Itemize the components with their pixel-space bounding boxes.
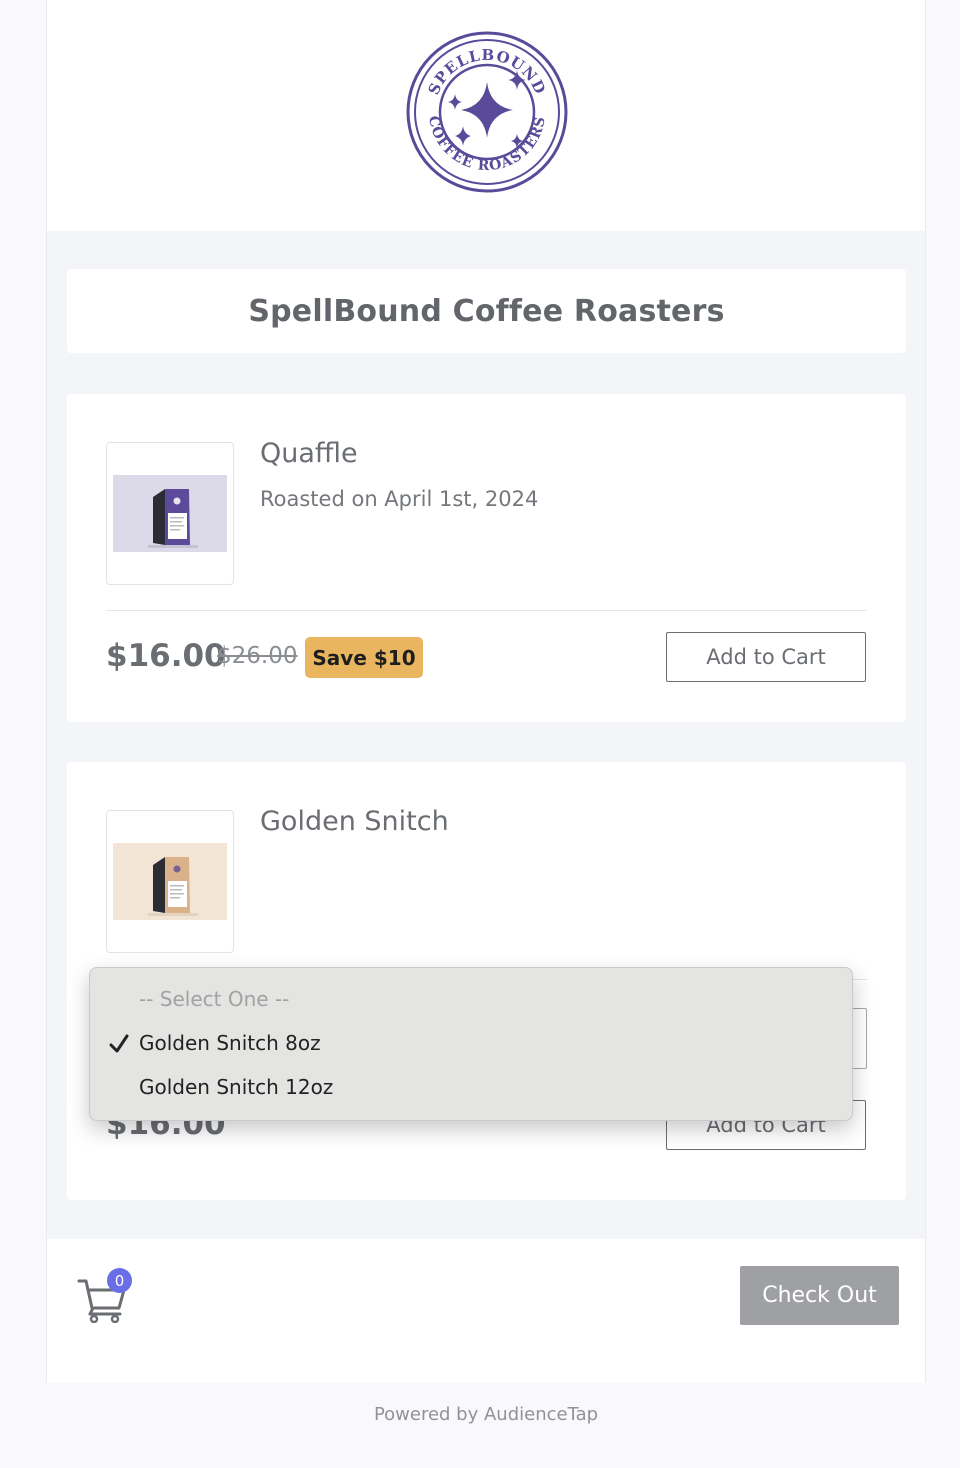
dropdown-option-placeholder[interactable]: -- Select One -- — [139, 987, 289, 1011]
variant-dropdown-menu: -- Select One -- Golden Snitch 8oz Golde… — [89, 967, 853, 1121]
cart-count-badge: 0 — [107, 1268, 132, 1293]
save-badge: Save $10 — [305, 637, 423, 678]
checkmark-icon — [109, 1034, 129, 1053]
dropdown-option-12oz[interactable]: Golden Snitch 12oz — [139, 1075, 333, 1099]
product-thumbnail[interactable] — [106, 442, 234, 585]
product-price: $16.00 — [106, 638, 226, 674]
product-name[interactable]: Golden Snitch — [260, 806, 449, 837]
checkout-button[interactable]: Check Out — [740, 1266, 899, 1325]
storefront: SPELLBOUND COFFEE ROASTERS SpellBound Co… — [46, 0, 926, 1383]
add-to-cart-button[interactable]: Add to Cart — [666, 632, 866, 682]
shop-title-card: SpellBound Coffee Roasters — [67, 269, 906, 353]
product-name[interactable]: Quaffle — [260, 438, 358, 469]
original-price: $26.00 — [217, 643, 298, 669]
divider — [106, 610, 867, 611]
coffee-bag-image — [113, 475, 227, 552]
roast-date: Roasted on April 1st, 2024 — [260, 487, 539, 511]
product-thumbnail[interactable] — [106, 810, 234, 953]
coffee-bag-image — [113, 843, 227, 920]
spellbound-logo: SPELLBOUND COFFEE ROASTERS — [406, 31, 568, 193]
shop-title: SpellBound Coffee Roasters — [248, 293, 725, 329]
product-card-quaffle: Quaffle Roasted on April 1st, 2024 $16.0… — [67, 394, 906, 722]
cart-bar: 0 Check Out — [47, 1239, 925, 1383]
header-band: SPELLBOUND COFFEE ROASTERS — [47, 0, 925, 231]
powered-by-footer[interactable]: Powered by AudienceTap — [0, 1404, 960, 1425]
dropdown-option-8oz[interactable]: Golden Snitch 8oz — [139, 1031, 321, 1055]
